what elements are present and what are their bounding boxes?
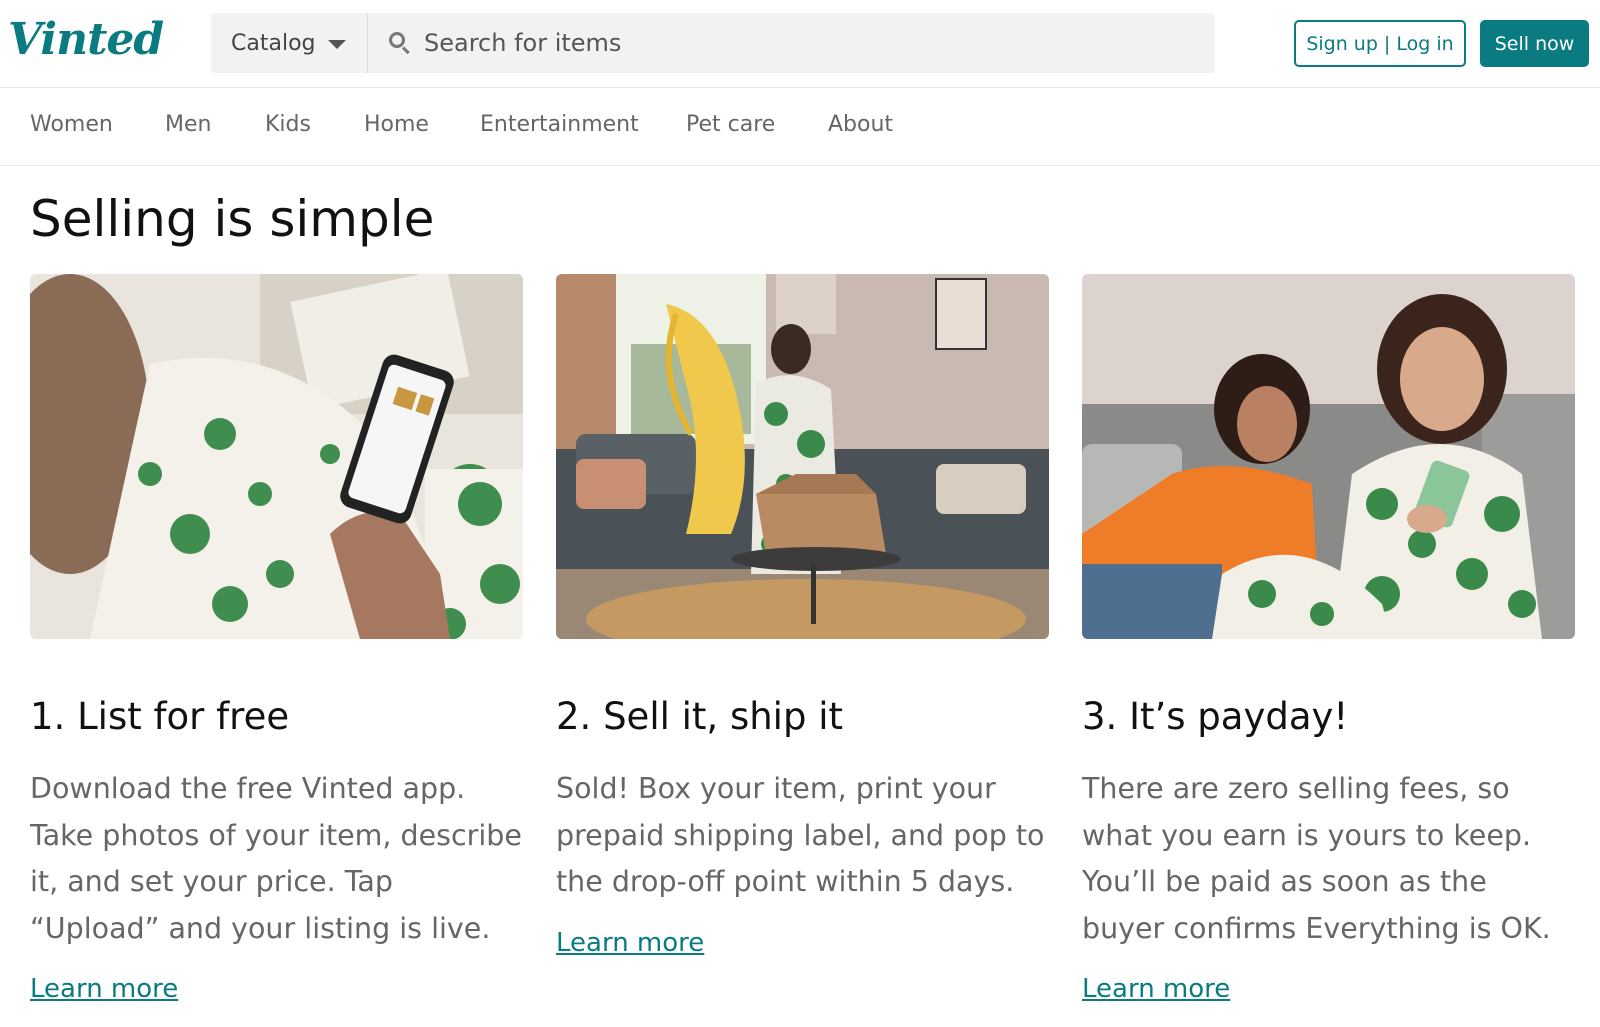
nav-item-about[interactable]: About [828, 112, 893, 137]
top-header: Vinted Catalog Sign up | Log in Sell now [0, 0, 1600, 88]
nav-item-home[interactable]: Home [364, 112, 429, 137]
chevron-down-icon [327, 40, 346, 49]
category-nav: Women Men Kids Home Entertainment Pet ca… [0, 88, 1600, 166]
step-description: Sold! Box your item, print your prepaid … [556, 772, 1045, 898]
learn-more-link[interactable]: Learn more [1082, 974, 1230, 1004]
search-bar: Catalog [211, 13, 1215, 73]
sell-now-button[interactable]: Sell now [1480, 20, 1589, 67]
step-card-list: 1. List for free Download the free Vinte… [30, 274, 523, 1004]
step-description: Download the free Vinted app. Take photo… [30, 772, 522, 945]
step-image-phone [30, 274, 523, 639]
nav-item-women[interactable]: Women [30, 112, 113, 137]
nav-item-entertainment[interactable]: Entertainment [480, 112, 639, 137]
signup-login-button[interactable]: Sign up | Log in [1294, 20, 1466, 67]
catalog-dropdown[interactable]: Catalog [211, 13, 368, 73]
step-image-packing [556, 274, 1049, 639]
step-title: 2. Sell it, ship it [556, 695, 843, 738]
nav-item-kids[interactable]: Kids [265, 112, 311, 137]
search-icon [388, 31, 412, 55]
learn-more-link[interactable]: Learn more [30, 974, 178, 1004]
step-image-payday [1082, 274, 1575, 639]
catalog-label: Catalog [231, 30, 316, 56]
nav-item-men[interactable]: Men [165, 112, 211, 137]
page-title: Selling is simple [30, 190, 435, 248]
step-title: 1. List for free [30, 695, 290, 738]
learn-more-link[interactable]: Learn more [556, 928, 704, 958]
step-card-ship: 2. Sell it, ship it Sold! Box your item,… [556, 274, 1049, 958]
search-input[interactable] [424, 29, 1204, 57]
nav-item-pet-care[interactable]: Pet care [686, 112, 775, 137]
step-card-payday: 3. It’s payday! There are zero selling f… [1082, 274, 1575, 1004]
step-description: There are zero selling fees, so what you… [1082, 772, 1551, 945]
vinted-logo[interactable]: Vinted [8, 14, 164, 65]
step-title: 3. It’s payday! [1082, 695, 1349, 738]
